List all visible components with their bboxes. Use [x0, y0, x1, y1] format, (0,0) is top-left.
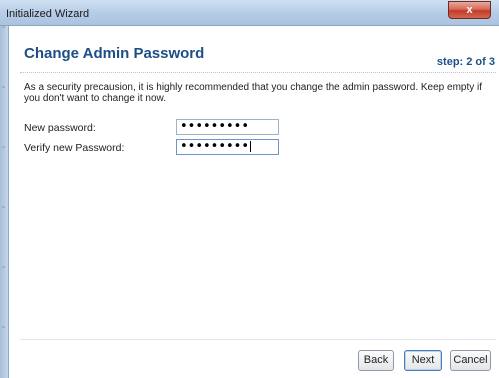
next-button[interactable]: Next: [404, 350, 442, 371]
text-caret: [250, 141, 252, 152]
page-title: Change Admin Password: [24, 45, 205, 62]
back-button[interactable]: Back: [358, 350, 394, 371]
step-indicator: step: 2 of 3: [436, 56, 495, 68]
wizard-content: Change Admin Password step: 2 of 3 As a …: [9, 26, 499, 378]
close-button[interactable]: x: [448, 1, 491, 19]
security-description: As a security precausion, it is highly r…: [24, 82, 483, 104]
verify-password-value: •••••••••: [180, 139, 250, 154]
new-password-label: New password:: [24, 122, 96, 134]
verify-password-label: Verify new Password:: [24, 142, 125, 154]
close-icon: x: [466, 4, 473, 16]
header-divider: [20, 72, 496, 73]
window-frame-left: [0, 26, 9, 378]
new-password-field[interactable]: •••••••••: [176, 119, 279, 135]
title-bar[interactable]: Initialized Wizard x: [0, 0, 499, 26]
window-title: Initialized Wizard: [6, 8, 90, 20]
footer-divider: [20, 339, 496, 340]
verify-password-field[interactable]: •••••••••: [176, 139, 279, 155]
cancel-button[interactable]: Cancel: [450, 350, 491, 371]
new-password-value: •••••••••: [180, 119, 250, 134]
